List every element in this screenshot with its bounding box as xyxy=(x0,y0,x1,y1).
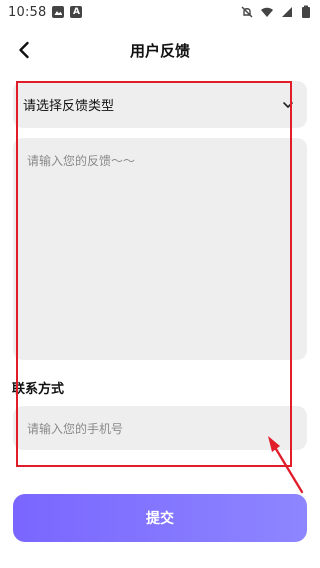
header: 用户反馈 xyxy=(0,28,320,72)
submit-button[interactable]: 提交 xyxy=(13,494,307,542)
signal-icon xyxy=(282,7,292,17)
feedback-placeholder: 请输入您的反馈～～ xyxy=(27,154,136,168)
feedback-type-value: 请选择反馈类型 xyxy=(23,99,115,114)
feedback-screen: 10:58 A 用户反馈 请选择反馈类型 请输入您的反馈～～ 联系方式 请输入您… xyxy=(0,0,320,568)
battery-icon xyxy=(302,5,310,18)
gallery-icon xyxy=(52,6,65,18)
phone-placeholder: 请输入您的手机号 xyxy=(27,421,124,436)
status-left: 10:58 A xyxy=(8,4,83,20)
a-icon: A xyxy=(70,6,83,18)
chevron-left-icon xyxy=(19,41,29,59)
feedback-textarea[interactable]: 请输入您的反馈～～ xyxy=(13,138,307,360)
page-title: 用户反馈 xyxy=(129,41,190,60)
wifi-icon xyxy=(261,7,273,17)
phone-input[interactable]: 请输入您的手机号 xyxy=(13,406,307,450)
status-right xyxy=(240,5,312,19)
contact-label: 联系方式 xyxy=(12,382,65,397)
chevron-down-icon xyxy=(281,98,295,112)
back-button[interactable] xyxy=(10,35,40,65)
status-bar: 10:58 A xyxy=(0,0,320,24)
notifications-off-icon xyxy=(241,6,253,18)
status-time: 10:58 xyxy=(8,4,47,20)
feedback-type-select[interactable]: 请选择反馈类型 xyxy=(13,81,307,128)
